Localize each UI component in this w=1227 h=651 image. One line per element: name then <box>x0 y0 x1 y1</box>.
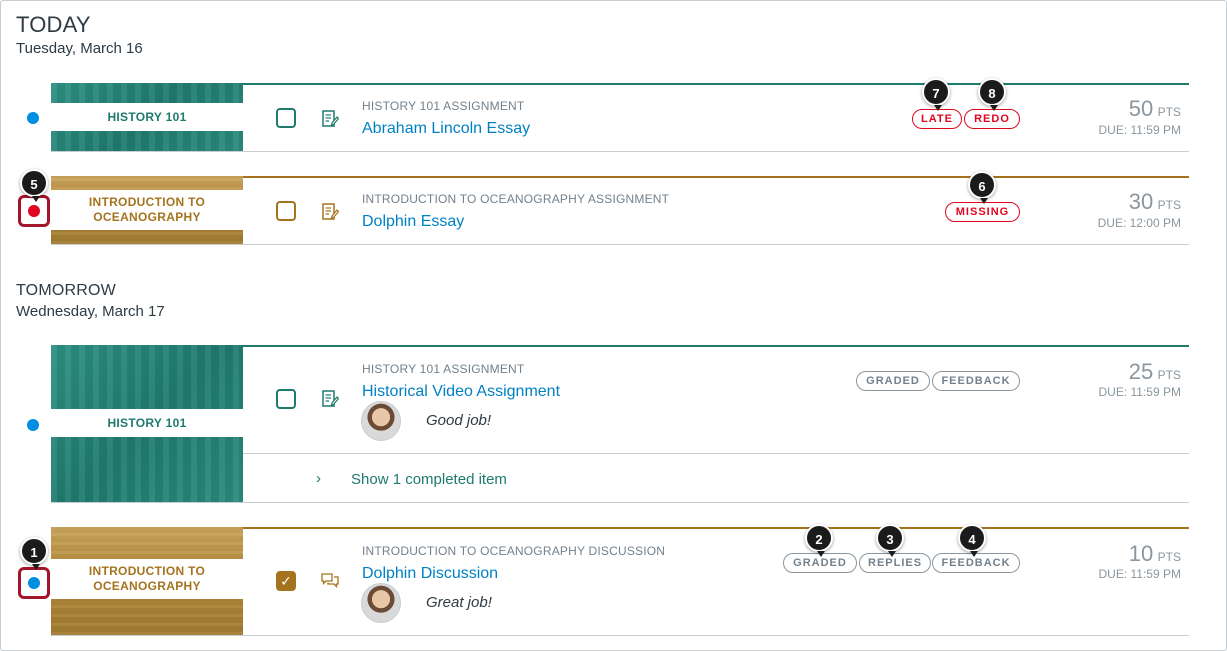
item-title-link[interactable]: Historical Video Assignment <box>362 383 560 401</box>
today-date: Tuesday, March 16 <box>16 40 143 57</box>
today-heading: TODAY <box>16 12 91 37</box>
complete-checkbox[interactable] <box>276 201 296 221</box>
points: 10 PTS <box>1128 541 1181 566</box>
tomorrow-date: Wednesday, March 17 <box>16 303 165 320</box>
assignment-icon <box>322 110 339 127</box>
show-completed-toggle[interactable]: Show 1 completed item <box>351 471 507 488</box>
due-time: DUE: 12:00 PM <box>1097 216 1181 230</box>
complete-checkbox[interactable] <box>276 108 296 128</box>
complete-checkbox-checked[interactable]: ✓ <box>276 571 296 591</box>
points: 30 PTS <box>1128 189 1181 214</box>
new-activity-dot <box>27 419 39 431</box>
missing-badge: MISSING <box>945 202 1020 222</box>
callout-4: 4 <box>958 524 986 557</box>
callout-3: 3 <box>876 524 904 557</box>
commenter-avatar <box>361 583 401 623</box>
due-time: DUE: 11:59 PM <box>1098 385 1181 399</box>
item-context: HISTORY 101 ASSIGNMENT <box>362 99 525 113</box>
missing-dot <box>28 205 40 217</box>
redo-badge: REDO <box>964 109 1020 129</box>
chevron-right-icon[interactable]: › <box>316 470 321 487</box>
feedback-comment: Good job! <box>426 412 492 429</box>
callout-7: 7 <box>922 78 950 111</box>
course-label: HISTORY 101 <box>51 103 243 131</box>
item-title-link[interactable]: Dolphin Discussion <box>362 565 498 583</box>
tomorrow-heading: TOMORROW <box>16 282 116 299</box>
due-time: DUE: 11:59 PM <box>1098 567 1181 581</box>
late-badge: LATE <box>912 109 962 129</box>
assignment-icon <box>322 390 339 407</box>
item-context: INTRODUCTION TO OCEANOGRAPHY ASSIGNMENT <box>362 192 670 206</box>
item-context: HISTORY 101 ASSIGNMENT <box>362 362 525 376</box>
item-topline <box>243 527 1189 529</box>
points: 50 PTS <box>1128 96 1181 121</box>
new-activity-dot <box>27 112 39 124</box>
feedback-badge: FEEDBACK <box>932 371 1020 391</box>
due-time: DUE: 11:59 PM <box>1098 123 1181 137</box>
course-banner-oceanography[interactable]: INTRODUCTION TO OCEANOGRAPHY <box>51 527 243 635</box>
callout-6: 6 <box>968 171 996 204</box>
feedback-comment: Great job! <box>426 594 492 611</box>
callout-2: 2 <box>805 524 833 557</box>
course-banner-history-101[interactable]: HISTORY 101 <box>51 83 243 151</box>
planner-item-dolphin-essay: INTRODUCTION TO OCEANOGRAPHY INTRODUCTIO… <box>51 176 1189 245</box>
planner-item-abraham-lincoln-essay: HISTORY 101 HISTORY 101 ASSIGNMENT Abrah… <box>51 83 1189 152</box>
item-topline <box>243 176 1189 178</box>
completed-divider <box>243 453 1189 454</box>
item-context: INTRODUCTION TO OCEANOGRAPHY DISCUSSION <box>362 544 666 558</box>
callout-5: 5 <box>20 169 48 202</box>
item-topline <box>243 83 1189 85</box>
graded-badge: GRADED <box>856 371 930 391</box>
discussion-icon <box>321 573 339 589</box>
course-label: INTRODUCTION TO OCEANOGRAPHY <box>51 559 243 599</box>
points: 25 PTS <box>1128 359 1181 384</box>
item-title-link[interactable]: Dolphin Essay <box>362 213 464 231</box>
commenter-avatar <box>361 401 401 441</box>
course-label: INTRODUCTION TO OCEANOGRAPHY <box>51 190 243 230</box>
callout-8: 8 <box>978 78 1006 111</box>
assignment-icon <box>322 203 339 220</box>
planner-item-dolphin-discussion: INTRODUCTION TO OCEANOGRAPHY ✓ INTRODUCT… <box>51 527 1189 636</box>
callout-1: 1 <box>20 537 48 570</box>
item-title-link[interactable]: Abraham Lincoln Essay <box>362 120 530 138</box>
item-topline <box>243 345 1189 347</box>
complete-checkbox[interactable] <box>276 389 296 409</box>
new-activity-dot <box>28 577 40 589</box>
course-banner-history-101[interactable]: HISTORY 101 <box>51 345 243 502</box>
course-banner-oceanography[interactable]: INTRODUCTION TO OCEANOGRAPHY <box>51 176 243 244</box>
planner-item-historical-video: HISTORY 101 HISTORY 101 ASSIGNMENT Histo… <box>51 345 1189 503</box>
course-label: HISTORY 101 <box>51 409 243 437</box>
